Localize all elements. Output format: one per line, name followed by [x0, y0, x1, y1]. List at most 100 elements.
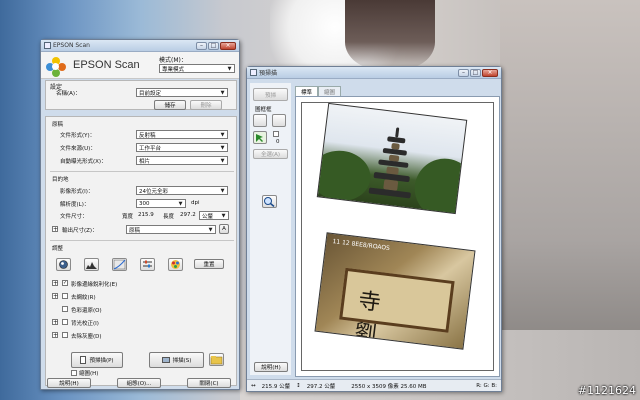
scanned-photo-pagoda[interactable] — [316, 102, 468, 215]
unit-select[interactable]: 公釐 ▼ — [199, 211, 229, 220]
option-checkbox[interactable] — [62, 306, 68, 312]
histogram-button[interactable] — [84, 258, 99, 271]
copy-marquee-button[interactable] — [272, 114, 286, 127]
output-size-select[interactable]: 原稿 ▼ — [126, 225, 216, 234]
image-type-select[interactable]: 24位元全彩 ▼ — [136, 186, 228, 195]
height-value[interactable]: 297.2 — [180, 212, 196, 218]
marquee-tool-button[interactable] — [253, 114, 267, 127]
zoom-button[interactable] — [262, 195, 277, 208]
name-select[interactable]: 目前設定 ▼ — [136, 88, 228, 97]
histogram-icon — [86, 262, 97, 269]
help-button[interactable]: 說明(H) — [47, 378, 91, 388]
epson-scan-window: EPSON Scan – □ × EPSON Scan 模式(M)： 專業模式 … — [40, 39, 240, 390]
histogram-icon-button[interactable] — [56, 258, 71, 271]
option-checkbox[interactable] — [62, 319, 68, 325]
image-adjust-button[interactable] — [140, 258, 155, 271]
tab-normal[interactable]: 標準 — [295, 86, 319, 96]
tree-shape — [316, 147, 374, 205]
destination-heading: 目的地 — [52, 177, 69, 183]
delete-button[interactable]: 刪除 — [190, 100, 222, 110]
maximize-button[interactable]: □ — [470, 68, 481, 77]
preview-tabs: 標準 縮圖 — [295, 86, 342, 96]
maximize-button[interactable]: □ — [208, 41, 219, 50]
close-button[interactable]: 關閉(C) — [187, 378, 231, 388]
epson-header: EPSON Scan 模式(M)： 專業模式 ▼ — [41, 52, 239, 79]
tree-shape — [411, 155, 468, 215]
app-icon — [250, 69, 257, 76]
width-value[interactable]: 215.9 — [138, 212, 154, 218]
adjustments-heading: 調整 — [52, 246, 64, 252]
expand-output-size-icon[interactable]: + — [52, 226, 58, 233]
doc-source-label: 文件來源(U)： — [60, 146, 96, 152]
preview-area[interactable]: 11 12 8EE8/ROAOS 寺 劉 — [295, 96, 500, 377]
option-checkbox[interactable]: ✓ — [62, 280, 68, 286]
width-arrows-icon: ↔ — [251, 382, 256, 389]
chevron-down-icon: ▼ — [227, 66, 232, 72]
option-label: 去除灰塵(D) — [71, 334, 102, 340]
tone-curve-button[interactable] — [112, 258, 127, 271]
scan-label: 掃描(S) — [172, 358, 192, 364]
output-size-value: 原稿 — [129, 227, 141, 234]
mode-select[interactable]: 專業模式 ▼ — [159, 64, 235, 73]
thumbnail-checkbox[interactable] — [71, 370, 77, 376]
expand-icon[interactable]: + — [52, 280, 58, 287]
chevron-down-icon: ▼ — [221, 213, 226, 219]
divider — [50, 240, 234, 241]
doc-source-value: 工作平台 — [139, 145, 162, 152]
name-label: 名稱(A)： — [56, 91, 81, 97]
unit-value: 公釐 — [202, 213, 214, 220]
color-palette-button[interactable] — [168, 258, 183, 271]
select-tool-button[interactable] — [253, 131, 267, 144]
sliders-icon — [143, 260, 152, 268]
document-icon — [80, 356, 87, 364]
output-size-options-button[interactable]: A — [219, 224, 229, 234]
wooden-sign: 寺 劉 — [339, 267, 455, 350]
file-save-settings-button[interactable] — [209, 353, 224, 366]
auto-exposure-select[interactable]: 相片 ▼ — [136, 156, 228, 165]
chevron-down-icon: ▼ — [220, 188, 225, 194]
preview-titlebar[interactable]: 預掃描 – □ × — [247, 67, 501, 79]
expand-icon[interactable]: + — [52, 319, 58, 326]
tab-thumbnail[interactable]: 縮圖 — [318, 86, 342, 96]
auto-exposure-label: 自動曝光形式(X)： — [60, 159, 107, 165]
height-label: 長度 — [163, 214, 175, 220]
preview-toolbar: 預掃 圖框框 0 全選(A) 說明(H) — [250, 83, 291, 375]
scan-bed[interactable]: 11 12 8EE8/ROAOS 寺 劉 — [301, 102, 494, 371]
option-checkbox[interactable] — [62, 332, 68, 338]
option-label: 去網紋(R) — [71, 295, 96, 301]
close-window-button[interactable]: × — [220, 41, 236, 50]
settings-panel: 設定 名稱(A)： 目前設定 ▼ 儲存 刪除 — [45, 80, 237, 110]
marquee-checkbox[interactable] — [273, 131, 279, 137]
minimize-button[interactable]: – — [196, 41, 207, 50]
option-checkbox[interactable] — [62, 293, 68, 299]
preview-window: 預掃描 – □ × 預掃 圖框框 0 全選(A) 說明(H) 標準 縮圖 11 … — [246, 66, 502, 392]
prescan-button[interactable]: 預掃 — [253, 88, 288, 101]
expand-icon[interactable]: + — [52, 293, 58, 300]
resolution-select[interactable]: 300 ▼ — [136, 199, 186, 208]
doc-type-select[interactable]: 反射稿 ▼ — [136, 130, 228, 139]
marquee-count: 0 — [276, 139, 280, 145]
color-palette-icon — [171, 260, 180, 269]
minimize-button[interactable]: – — [458, 68, 469, 77]
doc-source-select[interactable]: 工作平台 ▼ — [136, 143, 228, 152]
preview-button[interactable]: 預掃描(P) — [71, 352, 123, 368]
scanned-photo-sign[interactable]: 11 12 8EE8/ROAOS 寺 劉 — [314, 232, 476, 350]
lens-icon — [59, 260, 68, 269]
scan-button[interactable]: 掃描(S) — [149, 352, 204, 368]
preview-help-button[interactable]: 說明(H) — [254, 362, 288, 372]
select-all-button[interactable]: 全選(A) — [253, 149, 288, 159]
epson-titlebar[interactable]: EPSON Scan – □ × — [41, 40, 239, 52]
close-window-button[interactable]: × — [482, 68, 498, 77]
chevron-down-icon: ▼ — [220, 145, 225, 151]
folder-icon — [210, 356, 223, 365]
mode-value: 專業模式 — [162, 66, 185, 73]
reset-button[interactable]: 重置 — [194, 259, 224, 269]
expand-icon[interactable]: + — [52, 332, 58, 339]
status-bar: ↔ 215.9 公釐 ↕ 297.2 公釐 2550 x 3509 像素 25.… — [247, 379, 501, 391]
window-title: EPSON Scan — [53, 42, 90, 49]
configuration-button[interactable]: 組態(O)... — [117, 378, 161, 388]
save-button[interactable]: 儲存 — [154, 100, 186, 110]
width-label: 寬度 — [122, 214, 134, 220]
pointer-icon — [256, 134, 263, 142]
chevron-down-icon: ▼ — [220, 132, 225, 138]
